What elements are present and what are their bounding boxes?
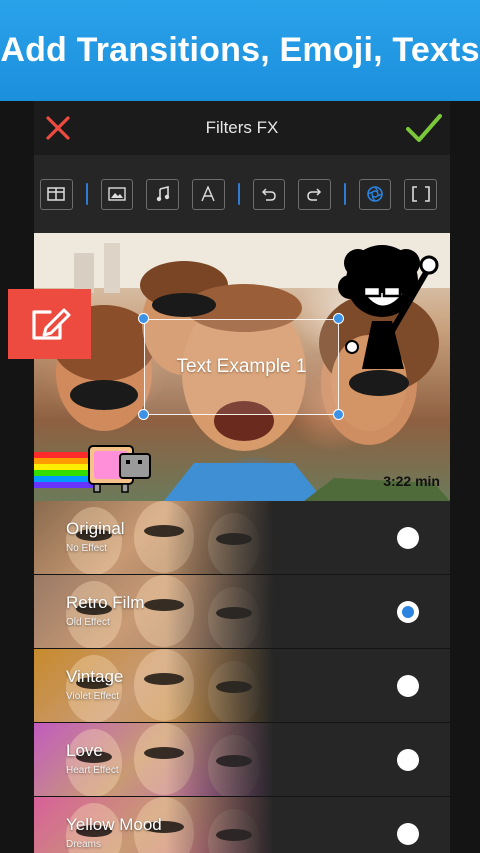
toolbar-separator xyxy=(343,183,346,205)
filter-name: Vintage xyxy=(66,667,124,686)
filter-name: Love xyxy=(66,741,103,760)
filter-radio[interactable] xyxy=(397,601,419,623)
resize-handle-top-right[interactable] xyxy=(333,313,344,324)
filter-description: Violet Effect xyxy=(66,691,119,702)
promo-banner: Add Transitions, Emoji, Texts xyxy=(0,0,480,101)
left-margin xyxy=(0,101,34,853)
nyan-cat-sticker xyxy=(34,445,151,493)
filter-aperture-icon xyxy=(367,186,383,202)
toolbar-separator xyxy=(237,183,240,205)
music-note-icon xyxy=(156,186,169,202)
text-overlay[interactable]: Text Example 1 xyxy=(177,356,307,378)
text-button[interactable] xyxy=(191,178,225,210)
video-preview[interactable]: Text Example 1 3:22 min xyxy=(34,233,450,501)
filter-radio[interactable] xyxy=(397,675,419,697)
undo-icon xyxy=(261,188,276,201)
filter-description: Dreams xyxy=(66,839,102,850)
edit-button[interactable] xyxy=(8,289,91,359)
edit-toolbar xyxy=(34,155,450,233)
filter-list: Original No Effect Retro Film Old Effect xyxy=(34,501,450,853)
filter-description: Old Effect xyxy=(66,617,110,628)
banner-title: Add Transitions, Emoji, Texts xyxy=(0,31,480,69)
toolbar-separator xyxy=(85,183,88,205)
layout-icon xyxy=(47,187,66,201)
filter-button[interactable] xyxy=(358,178,392,210)
music-button[interactable] xyxy=(146,178,179,210)
filter-row[interactable]: Vintage Violet Effect xyxy=(34,649,450,723)
afro-guy-sticker xyxy=(338,245,439,369)
filter-row[interactable]: Love Heart Effect xyxy=(34,723,450,797)
crop-brackets-icon xyxy=(411,186,430,202)
filter-radio[interactable] xyxy=(397,527,419,549)
filter-name: Yellow Mood xyxy=(66,815,162,834)
text-A-icon xyxy=(201,186,215,202)
resize-handle-bottom-left[interactable] xyxy=(138,409,149,420)
checkmark-icon xyxy=(406,114,442,142)
screen-title: Filters FX xyxy=(205,118,279,137)
filter-row[interactable]: Original No Effect xyxy=(34,501,450,575)
right-margin xyxy=(450,101,480,853)
close-button[interactable] xyxy=(42,112,74,144)
resize-handle-top-left[interactable] xyxy=(138,313,149,324)
editor-topbar: Filters FX xyxy=(34,101,450,155)
filter-row[interactable]: Yellow Mood Dreams xyxy=(34,797,450,853)
text-overlay-box[interactable]: Text Example 1 xyxy=(144,319,339,415)
filter-radio[interactable] xyxy=(397,749,419,771)
confirm-button[interactable] xyxy=(404,110,444,146)
video-duration: 3:22 min xyxy=(383,473,440,489)
image-icon xyxy=(108,187,126,201)
resize-handle-bottom-right[interactable] xyxy=(333,409,344,420)
filter-radio[interactable] xyxy=(397,823,419,845)
filter-description: No Effect xyxy=(66,543,107,554)
crop-button[interactable] xyxy=(404,178,438,210)
filter-name: Retro Film xyxy=(66,593,145,612)
layout-button[interactable] xyxy=(40,178,73,210)
filter-row[interactable]: Retro Film Old Effect xyxy=(34,575,450,649)
undo-button[interactable] xyxy=(252,178,286,210)
redo-icon xyxy=(307,188,322,201)
filter-name: Original xyxy=(66,519,125,538)
redo-button[interactable] xyxy=(298,178,331,210)
edit-pencil-icon xyxy=(31,308,70,340)
image-button[interactable] xyxy=(100,178,134,210)
filter-description: Heart Effect xyxy=(66,765,119,776)
close-x-icon xyxy=(46,116,70,140)
